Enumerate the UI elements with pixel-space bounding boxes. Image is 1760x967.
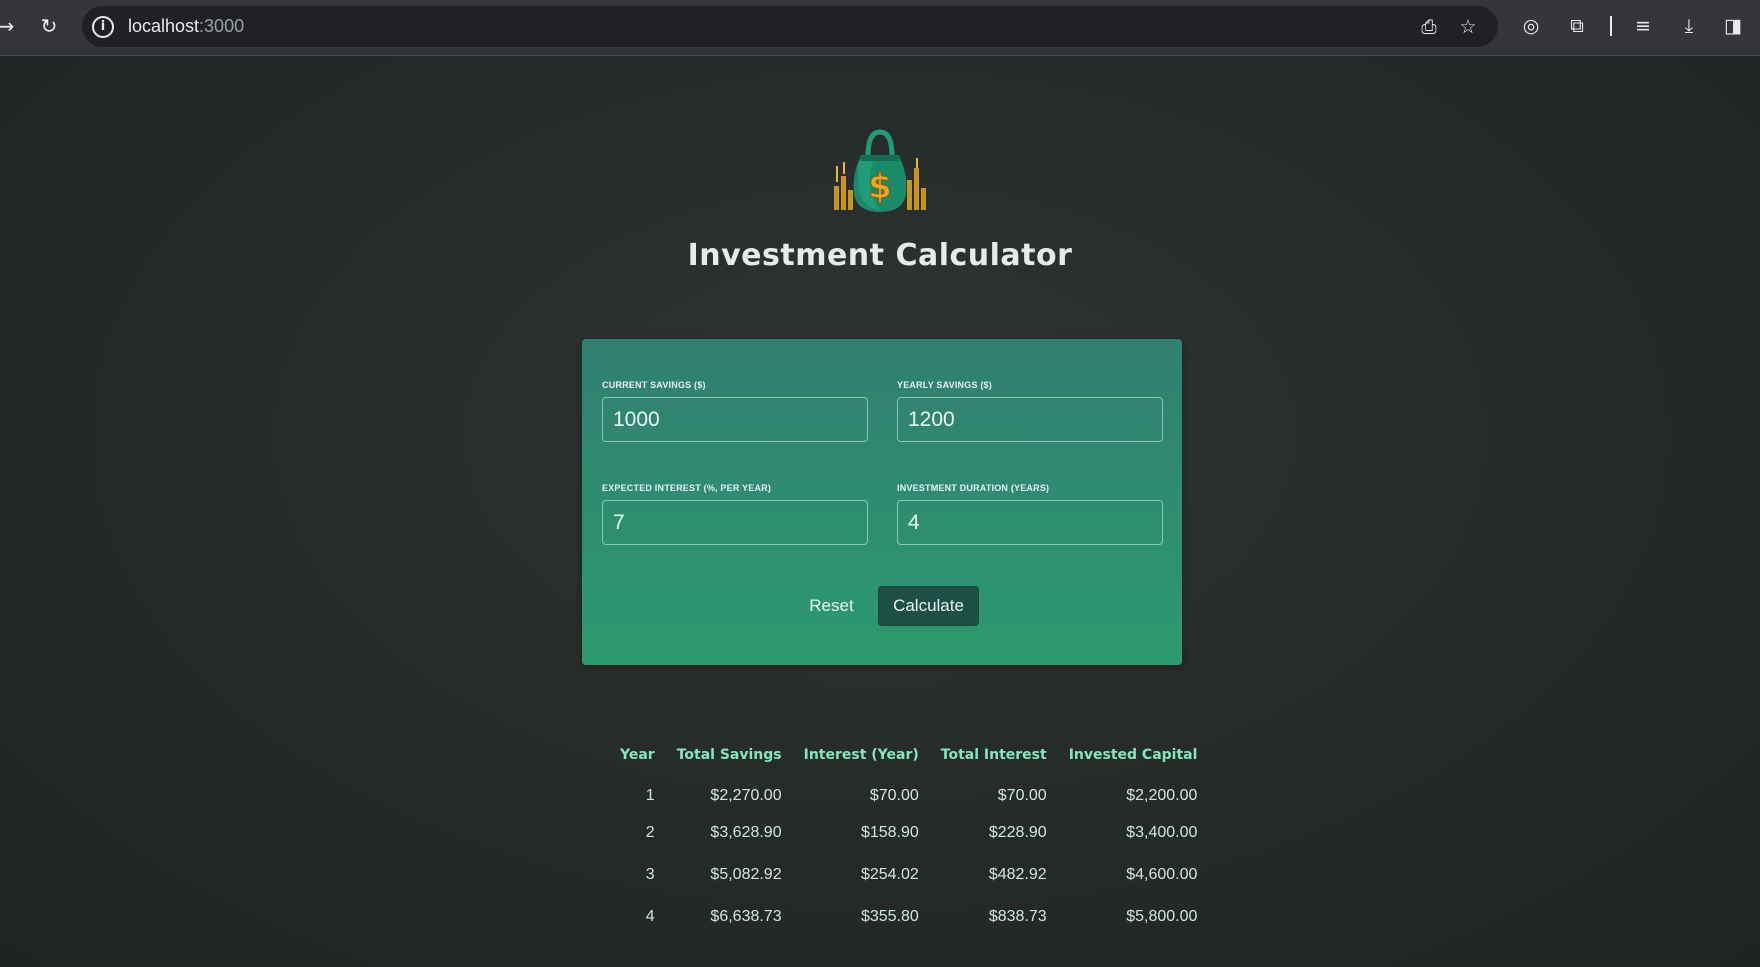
table-cell: 2	[645, 824, 655, 841]
column-header: Interest (Year)	[803, 747, 919, 763]
table-cell: $5,082.92	[710, 866, 782, 883]
address-bar[interactable]: i localhost:3000 ⎙ ☆	[82, 6, 1498, 47]
extensions-puzzle-icon[interactable]: ⧉	[1564, 13, 1590, 39]
money-bag-icon: $	[830, 128, 930, 216]
table-cell: $3,400.00	[1126, 824, 1198, 841]
page-title: Investment Calculator	[687, 238, 1073, 273]
table-cell: 4	[645, 908, 655, 925]
reload-icon[interactable]: ↻	[35, 12, 63, 40]
table-cell: $355.80	[860, 908, 919, 925]
table-cell: $254.02	[860, 866, 919, 883]
forward-icon[interactable]: →	[0, 12, 20, 40]
table-row: 1 $2,270.00 $70.00 $70.00 $2,200.00	[620, 770, 1198, 812]
table-cell: $838.73	[988, 908, 1047, 925]
install-app-icon[interactable]: ⎙	[1417, 15, 1441, 39]
table-header-row: Year Total Savings Interest (Year) Total…	[620, 740, 1197, 770]
table-cell: $70.00	[997, 787, 1047, 804]
svg-text:$: $	[868, 167, 892, 207]
site-info-icon[interactable]: i	[92, 16, 114, 38]
table-row: 4 $6,638.73 $355.80 $838.73 $5,800.00	[620, 896, 1198, 938]
expected-interest-input[interactable]	[602, 500, 868, 545]
yearly-savings-label: YEARLY SAVINGS ($)	[897, 380, 992, 390]
table-row: 3 $5,082.92 $254.02 $482.92 $4,600.00	[620, 854, 1198, 896]
reset-button[interactable]: Reset	[785, 586, 878, 626]
current-savings-label: CURRENT SAVINGS ($)	[602, 380, 706, 390]
yearly-savings-field: YEARLY SAVINGS ($)	[897, 380, 1163, 442]
table-cell: $70.00	[869, 787, 919, 804]
table-cell: $6,638.73	[710, 908, 782, 925]
expected-interest-field: EXPECTED INTEREST (%, PER YEAR)	[602, 483, 868, 545]
table-row: 2 $3,628.90 $158.90 $228.90 $3,400.00	[620, 812, 1198, 854]
column-header: Total Savings	[676, 747, 782, 763]
table-cell: 3	[645, 866, 655, 883]
table-cell: $2,270.00	[710, 787, 782, 804]
duration-field: INVESTMENT DURATION (YEARS)	[897, 483, 1163, 545]
table-cell: $228.90	[988, 824, 1047, 841]
yearly-savings-input[interactable]	[897, 397, 1163, 442]
extension-target-icon[interactable]: ◎	[1518, 13, 1544, 39]
bookmark-star-icon[interactable]: ☆	[1456, 15, 1480, 39]
table-cell: $2,200.00	[1126, 787, 1198, 804]
form-actions: Reset Calculate	[582, 586, 1182, 626]
table-cell: $5,800.00	[1126, 908, 1198, 925]
table-cell: $158.90	[860, 824, 919, 841]
calculate-button[interactable]: Calculate	[878, 586, 979, 626]
results-table: Year Total Savings Interest (Year) Total…	[620, 740, 1197, 938]
url-text[interactable]: localhost:3000	[128, 16, 244, 37]
current-savings-input[interactable]	[602, 397, 868, 442]
toolbar-divider	[1610, 16, 1612, 36]
column-header: Total Interest	[940, 747, 1047, 763]
duration-label: INVESTMENT DURATION (YEARS)	[897, 483, 1050, 493]
table-cell: $3,628.90	[710, 824, 782, 841]
download-icon[interactable]: ⤓	[1676, 13, 1702, 39]
column-header: Year	[620, 747, 655, 763]
table-cell: $4,600.00	[1126, 866, 1198, 883]
duration-input[interactable]	[897, 500, 1163, 545]
calculator-form: CURRENT SAVINGS ($) YEARLY SAVINGS ($) E…	[582, 339, 1182, 665]
media-queue-icon[interactable]: ≡	[1630, 13, 1656, 39]
table-cell: 1	[645, 787, 655, 804]
expected-interest-label: EXPECTED INTEREST (%, PER YEAR)	[602, 483, 772, 493]
column-header: Invested Capital	[1068, 747, 1198, 763]
browser-toolbar: → ↻ i localhost:3000 ⎙ ☆ ◎ ⧉ ≡ ⤓ ◨	[0, 0, 1760, 56]
table-cell: $482.92	[988, 866, 1047, 883]
side-panel-icon[interactable]: ◨	[1720, 13, 1746, 39]
current-savings-field: CURRENT SAVINGS ($)	[602, 380, 868, 442]
